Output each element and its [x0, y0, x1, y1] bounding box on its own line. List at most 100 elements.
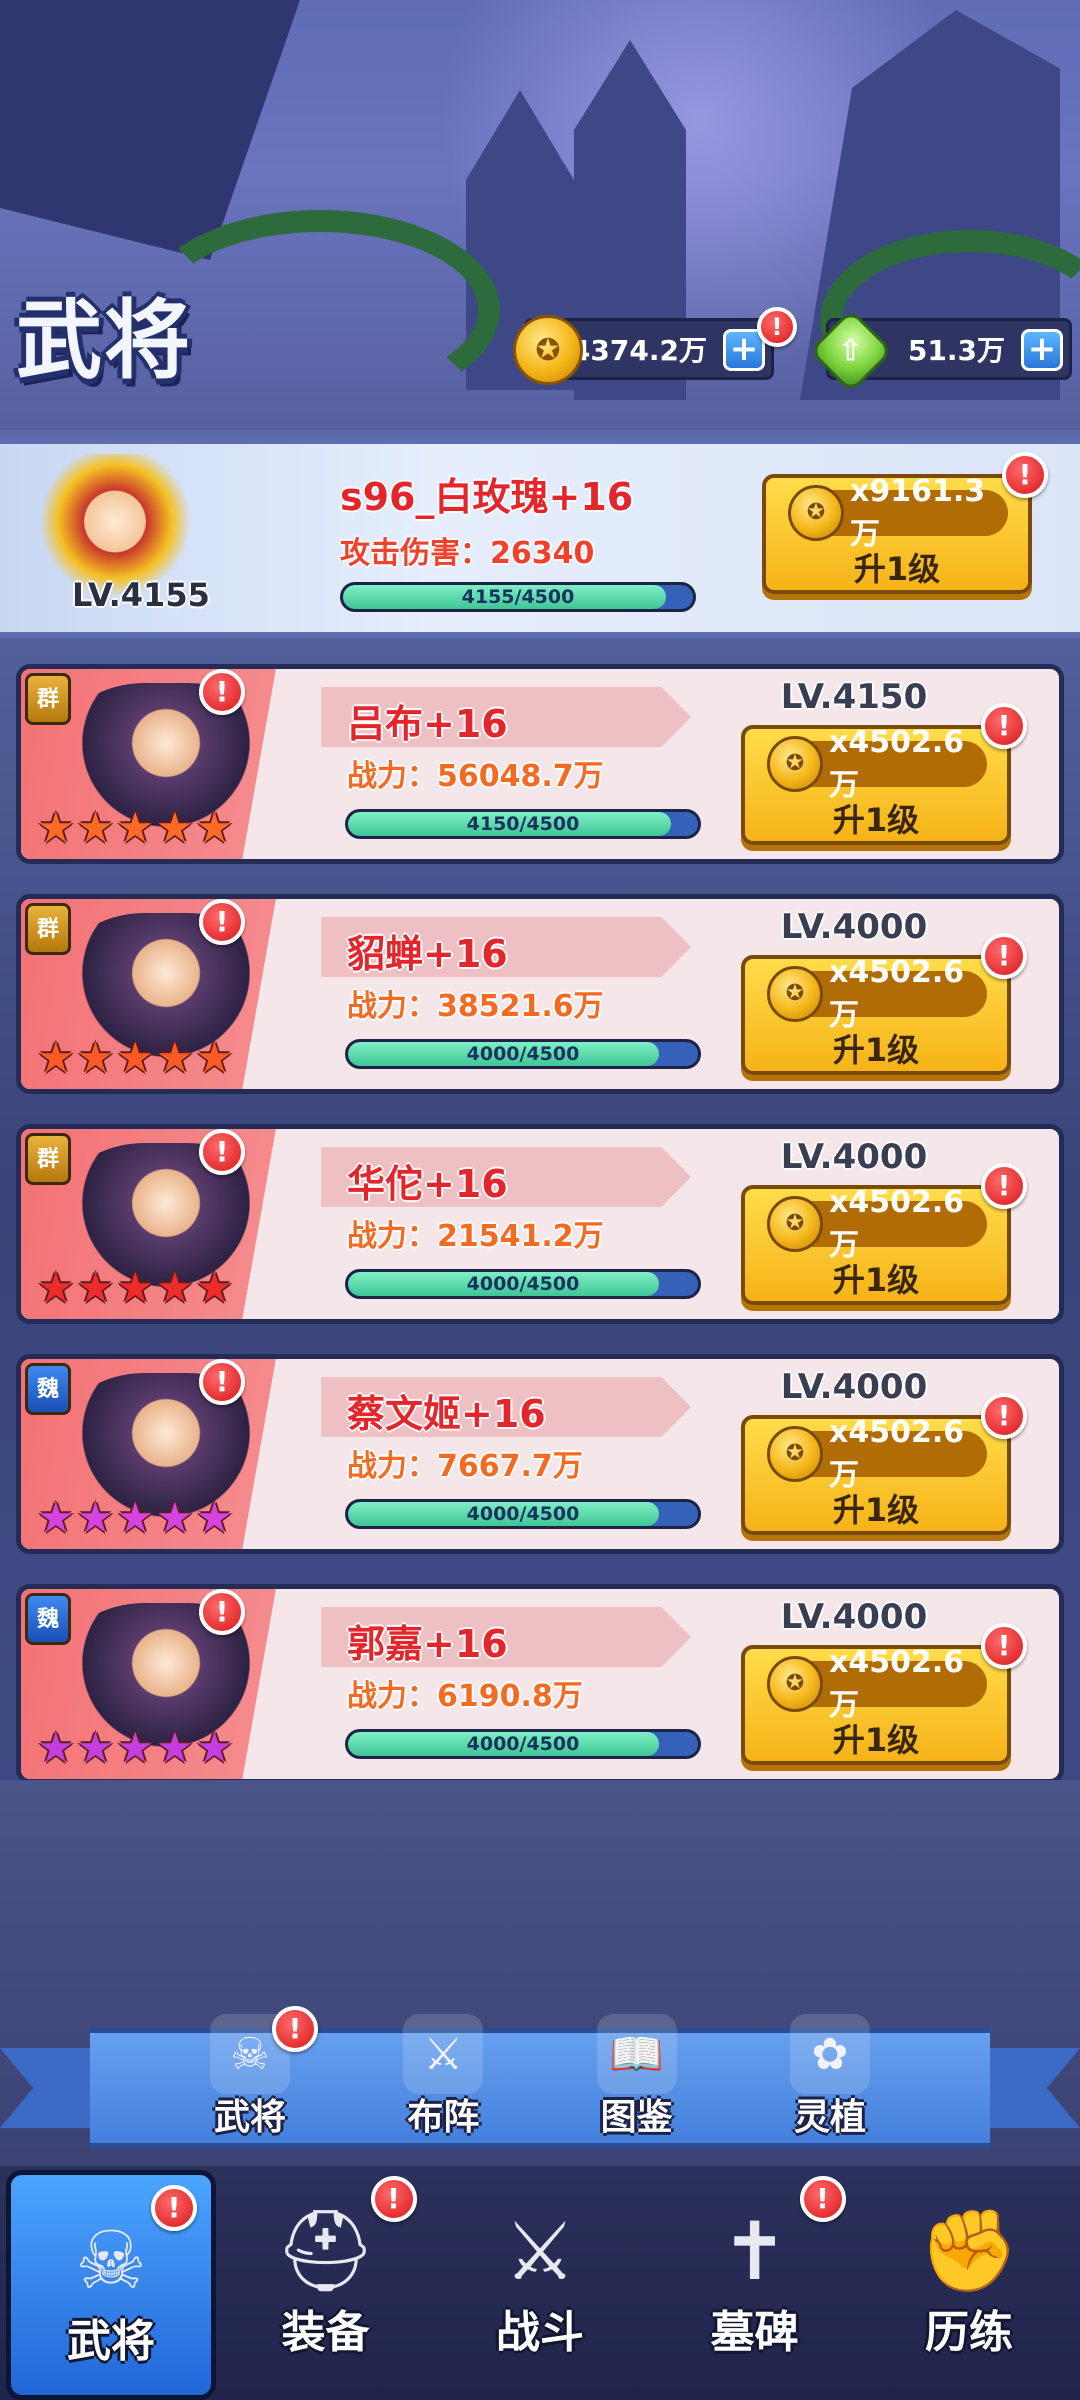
upgrade-cost: ✪ x4502.6万	[767, 1645, 987, 1723]
gem-amount: 51.3万	[907, 334, 1005, 367]
hero-name: 蔡文姬+16	[347, 1392, 546, 1436]
star-icon: ★	[76, 803, 115, 852]
bottom-navigation: ☠ 武将 ! ⛑ 装备 ! ⚔ 战斗 ✝ 墓碑 ! ✊ 历练	[0, 2166, 1080, 2400]
star-icon: ★	[37, 1033, 75, 1082]
star-icon: ★	[155, 1033, 194, 1082]
upgrade-button[interactable]: ✪ x4502.6万 升1级 !	[741, 1393, 1027, 1535]
featured-level: LV.4155	[72, 576, 210, 614]
subnav-item-open-book[interactable]: 📖 图鉴	[567, 2014, 707, 2144]
bottom-nav-label: 武将	[67, 2316, 155, 2367]
bottom-nav-fist[interactable]: ✊ 历练	[864, 2166, 1074, 2400]
cost-amount: x4502.6万	[829, 1644, 965, 1723]
hero-power: 战力：6190.8万	[347, 1679, 583, 1714]
featured-upgrade-button[interactable]: ✪ x9161.3万 升1级 !	[762, 452, 1048, 594]
upgrade-button[interactable]: ✪ x4502.6万 升1级 !	[741, 933, 1027, 1075]
hero-level: LV.4000	[780, 907, 928, 947]
hero-card[interactable]: 群 ! ★ ★ ★ ★ ★ 貂蝉+16 战力：38521.6万 4000/4500 LV…	[16, 894, 1064, 1094]
subnav-item-purple-plant[interactable]: ✿ 灵植	[760, 2014, 900, 2144]
hero-progress-bar: 4000/4500	[345, 1499, 701, 1529]
alert-icon: !	[370, 2176, 417, 2222]
upgrade-label: 升1级	[832, 801, 920, 839]
alert-icon: !	[981, 1163, 1027, 1209]
star-icon: ★	[155, 1723, 194, 1772]
star-icon: ★	[116, 1723, 154, 1772]
faction-badge: 群	[25, 1133, 71, 1185]
page-title: 武将	[16, 291, 192, 391]
hero-name: 貂蝉+16	[347, 932, 508, 976]
star-icon: ★	[116, 1263, 154, 1312]
cost-amount: x4502.6万	[829, 954, 965, 1033]
star-icon: ★	[76, 1033, 115, 1082]
star-rating: ★ ★ ★ ★ ★	[37, 1497, 233, 1539]
vine	[140, 210, 500, 410]
upgrade-button[interactable]: ✪ x4502.6万 升1级 !	[741, 1623, 1027, 1765]
alert-icon: !	[1002, 452, 1048, 498]
upgrade-label: 升1级	[832, 1031, 920, 1069]
alert-icon: !	[981, 933, 1027, 979]
star-rating: ★ ★ ★ ★ ★	[37, 1037, 233, 1079]
subnav-item-crossed-swords[interactable]: ⚔ 布阵	[373, 2014, 513, 2144]
star-icon: ★	[37, 803, 75, 852]
star-rating: ★ ★ ★ ★ ★	[37, 807, 233, 849]
hero-level: LV.4000	[780, 1597, 928, 1637]
gold-counter: ✪ 14374.2万 + !	[513, 307, 797, 385]
upgrade-cost: ✪ x4502.6万	[767, 1415, 987, 1493]
hero-progress-bar: 4000/4500	[345, 1729, 701, 1759]
hero-card[interactable]: 群 ! ★ ★ ★ ★ ★ 吕布+16 战力：56048.7万 4150/4500 LV…	[16, 664, 1064, 864]
progress-text: 4000/4500	[466, 1503, 580, 1525]
star-icon: ★	[195, 1493, 234, 1542]
star-icon: ★	[116, 803, 154, 852]
faction-badge: 群	[25, 903, 71, 955]
subnav-item-skull-tombstone[interactable]: ☠ 武将 !	[180, 2006, 320, 2144]
hero-power: 战力：7667.7万	[347, 1449, 583, 1484]
gold-coin-icon: ✪	[513, 315, 583, 385]
alert-icon: !	[272, 2006, 318, 2052]
gold-coin-icon: ✪	[767, 1426, 823, 1482]
faction-badge: 魏	[25, 1593, 71, 1645]
bottom-nav-crossed-swords[interactable]: ⚔ 战斗	[435, 2166, 645, 2400]
alert-icon: !	[199, 1589, 245, 1635]
sub-navigation: ☠ 武将 ! ⚔ 布阵 📖 图鉴 ✿ 灵植	[180, 2006, 900, 2144]
faction-badge: 魏	[25, 1363, 71, 1415]
progress-text: 4000/4500	[466, 1273, 580, 1295]
alert-icon: !	[199, 899, 245, 945]
upgrade-cost: ✪ x9161.3万	[788, 474, 1008, 552]
featured-progress-bar: 4155/4500	[340, 582, 696, 612]
upgrade-cost: ✪ x4502.6万	[767, 725, 987, 803]
gold-coin-icon: ✪	[767, 736, 823, 792]
alert-icon: !	[981, 1623, 1027, 1669]
upgrade-cost: ✪ x4502.6万	[767, 1185, 987, 1263]
hero-name: 吕布+16	[347, 702, 508, 746]
hero-level: LV.4000	[780, 1367, 928, 1407]
progress-text: 4000/4500	[466, 1733, 580, 1755]
bottom-nav-tombstone[interactable]: ✝ 墓碑 !	[650, 2166, 860, 2400]
bottom-nav-helmet[interactable]: ⛑ 装备 !	[221, 2166, 431, 2400]
star-icon: ★	[37, 1263, 75, 1312]
subnav-label: 布阵	[407, 2097, 480, 2138]
hero-card[interactable]: 魏 ! ★ ★ ★ ★ ★ 蔡文姬+16 战力：7667.7万 4000/4500 LV…	[16, 1354, 1064, 1554]
star-icon: ★	[155, 1263, 194, 1312]
star-icon: ★	[76, 1493, 115, 1542]
upgrade-label: 升1级	[832, 1261, 920, 1299]
hero-progress-bar: 4000/4500	[345, 1039, 701, 1069]
hero-progress-bar: 4150/4500	[345, 809, 701, 839]
upgrade-button[interactable]: ✪ x4502.6万 升1级 !	[741, 703, 1027, 845]
hero-card[interactable]: 群 ! ★ ★ ★ ★ ★ 华佗+16 战力：21541.2万 4000/4500 LV…	[16, 1124, 1064, 1324]
add-gems-button[interactable]: +	[1021, 329, 1063, 371]
open-book-icon: 📖	[596, 2014, 677, 2094]
alert-icon: !	[799, 2176, 846, 2222]
hero-level: LV.4150	[780, 677, 928, 717]
progress-text: 4000/4500	[466, 1043, 580, 1065]
cost-amount: x4502.6万	[829, 724, 965, 803]
progress-text: 4150/4500	[466, 813, 580, 835]
gold-coin-icon: ✪	[767, 1656, 823, 1712]
hero-card[interactable]: 魏 ! ★ ★ ★ ★ ★ 郭嘉+16 战力：6190.8万 4000/4500 LV.…	[16, 1584, 1064, 1784]
featured-hero-card[interactable]: LV.4155 s96_白玫瑰+16 攻击伤害：26340 4155/4500 …	[0, 438, 1080, 638]
subnav-label: 灵植	[793, 2097, 866, 2138]
bottom-nav-skull[interactable]: ☠ 武将 !	[6, 2170, 216, 2400]
star-icon: ★	[195, 803, 234, 852]
progress-text: 4155/4500	[461, 586, 575, 608]
faction-badge: 群	[25, 673, 71, 725]
upgrade-button[interactable]: ✪ x4502.6万 升1级 !	[741, 1163, 1027, 1305]
gold-coin-icon: ✪	[767, 966, 823, 1022]
